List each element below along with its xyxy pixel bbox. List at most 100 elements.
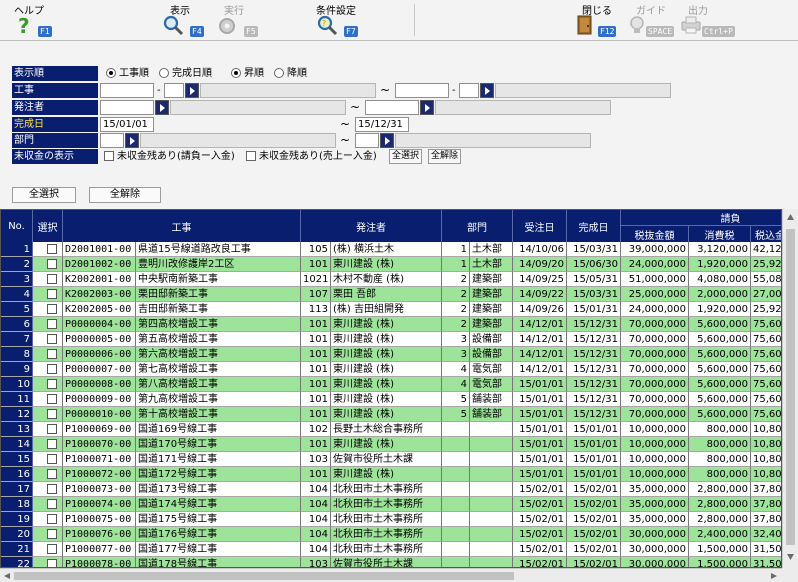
help-icon: ?	[18, 14, 30, 36]
row-select-checkbox[interactable]	[47, 379, 57, 389]
cell-project-code: P1000070-00	[63, 437, 136, 452]
unpaid-contract-checkbox[interactable]	[104, 151, 114, 161]
table-row[interactable]: 20 P1000076-00 国道176号線工事 104 北秋田市土木事務所 15/02/…	[1, 527, 781, 542]
row-select-checkbox[interactable]	[47, 259, 57, 269]
run-button[interactable]: 実行 F5	[214, 0, 262, 40]
row-select-checkbox[interactable]	[47, 409, 57, 419]
select-all-button[interactable]: 全選択	[12, 187, 76, 203]
row-select-checkbox[interactable]	[47, 544, 57, 554]
cell-dept-name: 舗装部	[470, 392, 513, 407]
unpaid-select-all-button[interactable]: 全選択	[389, 149, 423, 164]
row-select-checkbox[interactable]	[47, 364, 57, 374]
table-row[interactable]: 7 P0000005-00 第五高校増設工事 101 東川建設 (株) 3 設備部 14/12…	[1, 332, 781, 347]
table-row[interactable]: 21 P1000077-00 国道177号線工事 104 北秋田市土木事務所 15/02/…	[1, 542, 781, 557]
table-row[interactable]: 11 P0000009-00 第九高校増設工事 101 東川建設 (株) 5 舗装部 15/0…	[1, 392, 781, 407]
unpaid-deselect-all-button[interactable]: 全解除	[428, 149, 462, 164]
project-grid: No. 選択 工事 発注者 部門 受注日 完成日 請負 税抜金額 消費税 税込金…	[0, 209, 782, 568]
condition-button[interactable]: 条件設定 ? F7	[310, 0, 366, 40]
row-select-checkbox[interactable]	[47, 499, 57, 509]
department-to-lookup-button[interactable]	[380, 133, 394, 148]
row-select-checkbox[interactable]	[47, 319, 57, 329]
table-row[interactable]: 15 P1000071-00 国道171号線工事 103 佐賀市役所土木課 15/01/0…	[1, 452, 781, 467]
unpaid-sales-checkbox[interactable]	[246, 151, 256, 161]
row-select-checkbox[interactable]	[47, 304, 57, 314]
project-from-lookup-button[interactable]	[185, 83, 199, 98]
table-row[interactable]: 2 D2001002-00 豊明川改修護岸2工区 101 東川建設 (株) 1 土木部 14/…	[1, 257, 781, 272]
table-row[interactable]: 8 P0000006-00 第六高校増設工事 101 東川建設 (株) 3 設備部 14/12…	[1, 347, 781, 362]
table-row[interactable]: 1 D2001001-00 県道15号線道路改良工事 105 (株) 横浜土木 1 土木部 1…	[1, 242, 781, 257]
ascending-radio[interactable]	[231, 68, 241, 78]
project-from-code-input[interactable]	[100, 83, 154, 98]
view-button[interactable]: 表示 F4	[160, 0, 210, 40]
row-select-checkbox[interactable]	[47, 514, 57, 524]
row-select-checkbox[interactable]	[47, 454, 57, 464]
vertical-scroll-thumb[interactable]	[786, 229, 795, 545]
row-select-checkbox[interactable]	[47, 469, 57, 479]
output-button[interactable]: 出力 Ctrl+P	[676, 0, 735, 40]
cell-dept-code: 2	[442, 272, 470, 287]
cell-project-code: P0000006-00	[63, 347, 136, 362]
row-select-checkbox[interactable]	[47, 244, 57, 254]
help-button[interactable]: ヘルプ ? F1	[8, 0, 58, 40]
row-select-checkbox[interactable]	[47, 349, 57, 359]
row-select-checkbox[interactable]	[47, 529, 57, 539]
cell-project-name: 第八高校増設工事	[136, 377, 301, 392]
table-row[interactable]: 5 K2002005-00 吉田邸新築工事 113 (株) 吉田組開発 2 建築部 14/09…	[1, 302, 781, 317]
order-by-project-radio[interactable]	[106, 68, 116, 78]
row-select-checkbox[interactable]	[47, 274, 57, 284]
descending-text: 降順	[287, 68, 307, 79]
project-to-lookup-button[interactable]	[480, 83, 494, 98]
cell-client-name: (株) 横浜土木	[331, 242, 442, 257]
deselect-all-button[interactable]: 全解除	[89, 187, 161, 203]
descending-radio[interactable]	[274, 68, 284, 78]
completion-from-input[interactable]: 15/01/01	[100, 117, 154, 132]
row-select-checkbox[interactable]	[47, 439, 57, 449]
department-from-input[interactable]	[100, 133, 124, 148]
cell-client-name: 東川建設 (株)	[331, 407, 442, 422]
row-select-checkbox[interactable]	[47, 424, 57, 434]
completion-to-input[interactable]: 15/12/31	[355, 117, 409, 132]
table-row[interactable]: 13 P1000069-00 国道169号線工事 102 長野土木総合事務所 15/01/…	[1, 422, 781, 437]
table-row[interactable]: 9 P0000007-00 第七高校増設工事 101 東川建設 (株) 4 電気部 14/12…	[1, 362, 781, 377]
table-row[interactable]: 22 P1000078-00 国道178号線工事 103 佐賀市役所土木課 15/02/0…	[1, 557, 781, 567]
guide-button[interactable]: ガイド SPACE	[622, 0, 675, 40]
project-from-branch-input[interactable]	[164, 83, 184, 98]
table-row[interactable]: 6 P0000004-00 第四高校増設工事 101 東川建設 (株) 2 建築部 14/12…	[1, 317, 781, 332]
client-to-input[interactable]	[365, 100, 419, 115]
scroll-left-icon[interactable]	[3, 572, 11, 580]
row-select-checkbox[interactable]	[47, 559, 57, 567]
cell-project-name: 国道176号線工事	[136, 527, 301, 542]
horizontal-scroll-thumb[interactable]	[14, 572, 514, 580]
table-row[interactable]: 14 P1000070-00 国道170号線工事 101 東川建設 (株) 15/01/0…	[1, 437, 781, 452]
order-by-completion-radio[interactable]	[159, 68, 169, 78]
unpaid-contract-text: 未収金残あり(請負ー入金)	[117, 151, 235, 162]
client-to-lookup-button[interactable]	[420, 100, 434, 115]
row-select-checkbox[interactable]	[47, 394, 57, 404]
table-row[interactable]: 12 P0000010-00 第十高校増設工事 101 東川建設 (株) 5 舗装部 15/0…	[1, 407, 781, 422]
horizontal-scrollbar[interactable]	[0, 568, 782, 582]
project-to-code-input[interactable]	[395, 83, 449, 98]
table-row[interactable]: 16 P1000072-00 国道172号線工事 101 東川建設 (株) 15/01/0…	[1, 467, 781, 482]
client-from-input[interactable]	[100, 100, 154, 115]
table-row[interactable]: 4 K2002003-00 栗田邸新築工事 107 栗田 吾郎 2 建築部 14/09/22 1…	[1, 287, 781, 302]
table-row[interactable]: 3 K2002001-00 中央駅南新築工事 1021 木村不動産 (株) 2 建築部 14/…	[1, 272, 781, 287]
close-button[interactable]: 閉じる F12	[570, 0, 620, 40]
project-to-branch-input[interactable]	[459, 83, 479, 98]
client-from-lookup-button[interactable]	[155, 100, 169, 115]
scroll-right-icon[interactable]	[770, 572, 778, 580]
vertical-scrollbar[interactable]	[782, 209, 798, 568]
scroll-down-icon[interactable]	[786, 553, 795, 561]
row-select-checkbox[interactable]	[47, 334, 57, 344]
table-row[interactable]: 19 P1000075-00 国道175号線工事 104 北秋田市土木事務所 15/02/…	[1, 512, 781, 527]
table-row[interactable]: 10 P0000008-00 第八高校増設工事 101 東川建設 (株) 4 電気部 15/0…	[1, 377, 781, 392]
cell-completion-date: 15/02/01	[567, 482, 621, 497]
scroll-up-icon[interactable]	[786, 213, 795, 221]
cell-client-name: 東川建設 (株)	[331, 347, 442, 362]
table-row[interactable]: 17 P1000073-00 国道173号線工事 104 北秋田市土木事務所 15/02/…	[1, 482, 781, 497]
cell-dept-code: 3	[442, 347, 470, 362]
department-from-lookup-button[interactable]	[125, 133, 139, 148]
row-select-checkbox[interactable]	[47, 484, 57, 494]
department-to-input[interactable]	[355, 133, 379, 148]
table-row[interactable]: 18 P1000074-00 国道174号線工事 104 北秋田市土木事務所 15/02/…	[1, 497, 781, 512]
row-select-checkbox[interactable]	[47, 289, 57, 299]
